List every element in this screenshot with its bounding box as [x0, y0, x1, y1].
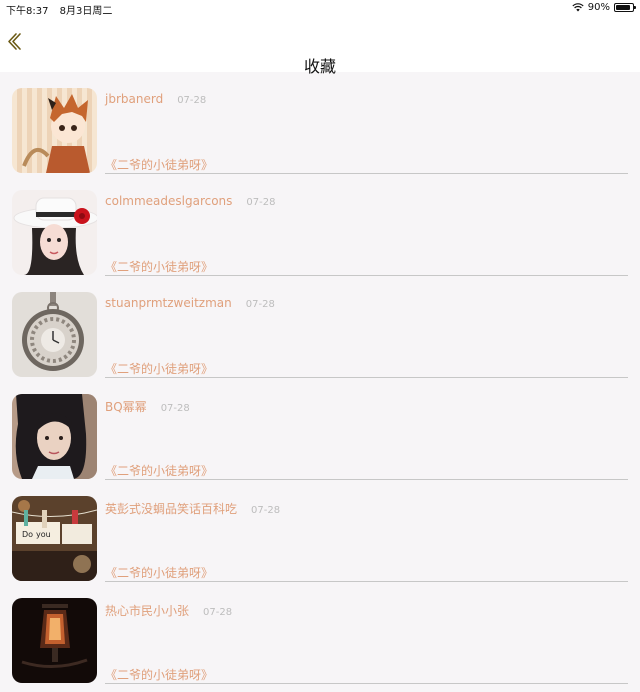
- favorite-date: 07-28: [251, 505, 281, 516]
- username-text[interactable]: 热心市民小小张: [105, 604, 189, 618]
- username-text[interactable]: 英彭式没蜩品笑话百科吃: [105, 502, 237, 516]
- favorite-item[interactable]: stuanprmtzweitzman 07-28 《二爷的小徒弟呀》: [0, 276, 640, 378]
- favorite-post-title[interactable]: 《二爷的小徒弟呀》: [105, 462, 213, 479]
- favorite-post-title[interactable]: 《二爷的小徒弟呀》: [105, 666, 213, 683]
- favorite-username[interactable]: stuanprmtzweitzman 07-28: [105, 296, 275, 310]
- favorite-date: 07-28: [177, 95, 207, 106]
- wifi-icon: [572, 3, 584, 12]
- favorite-username[interactable]: 英彭式没蜩品笑话百科吃 07-28: [105, 500, 280, 517]
- back-button[interactable]: [6, 32, 26, 52]
- favorite-username[interactable]: colmmeadeslgarcons 07-28: [105, 194, 275, 208]
- divider: [105, 683, 628, 684]
- avatar[interactable]: [12, 190, 97, 275]
- favorite-post-title[interactable]: 《二爷的小徒弟呀》: [105, 156, 213, 173]
- svg-text:you: you: [36, 530, 51, 539]
- favorite-item[interactable]: 热心市民小小张 07-28 《二爷的小徒弟呀》: [0, 582, 640, 684]
- favorite-date: 07-28: [245, 299, 275, 310]
- favorite-username[interactable]: BQ幂幂 07-28: [105, 398, 190, 415]
- favorite-post-title[interactable]: 《二爷的小徒弟呀》: [105, 360, 213, 377]
- favorite-item[interactable]: BQ幂幂 07-28 《二爷的小徒弟呀》: [0, 378, 640, 480]
- username-text[interactable]: stuanprmtzweitzman: [105, 296, 232, 310]
- username-text[interactable]: colmmeadeslgarcons: [105, 194, 232, 208]
- battery-icon: [614, 3, 636, 12]
- favorite-username[interactable]: jbrbanerd 07-28: [105, 92, 206, 106]
- favorite-date: 07-28: [203, 607, 233, 618]
- avatar[interactable]: [12, 88, 97, 173]
- avatar[interactable]: Do you: [12, 496, 97, 581]
- favorite-post-title[interactable]: 《二爷的小徒弟呀》: [105, 258, 213, 275]
- status-bar: 下午8:37 8月3日周二 90%: [0, 0, 640, 17]
- chevron-left-icon: [8, 33, 21, 50]
- favorite-date: 07-28: [160, 403, 190, 414]
- username-text[interactable]: jbrbanerd: [105, 92, 163, 106]
- battery-percent: 90%: [587, 2, 610, 13]
- favorite-item[interactable]: Do you 英彭式没蜩品笑话百科吃 07-28 《二爷的小徒弟呀》: [0, 480, 640, 582]
- avatar[interactable]: [12, 292, 97, 377]
- favorites-list: jbrbanerd 07-28 《二爷的小徒弟呀》 colmmeadeslgarc…: [0, 72, 640, 684]
- svg-text:Do: Do: [22, 530, 33, 539]
- avatar[interactable]: [12, 598, 97, 683]
- nav-bar: 收藏: [0, 16, 640, 76]
- username-text[interactable]: BQ幂幂: [105, 400, 147, 414]
- favorite-item[interactable]: jbrbanerd 07-28 《二爷的小徒弟呀》: [0, 72, 640, 174]
- avatar[interactable]: [12, 394, 97, 479]
- favorite-username[interactable]: 热心市民小小张 07-28: [105, 602, 232, 619]
- favorite-post-title[interactable]: 《二爷的小徒弟呀》: [105, 564, 213, 581]
- favorite-item[interactable]: colmmeadeslgarcons 07-28 《二爷的小徒弟呀》: [0, 174, 640, 276]
- favorite-date: 07-28: [246, 197, 276, 208]
